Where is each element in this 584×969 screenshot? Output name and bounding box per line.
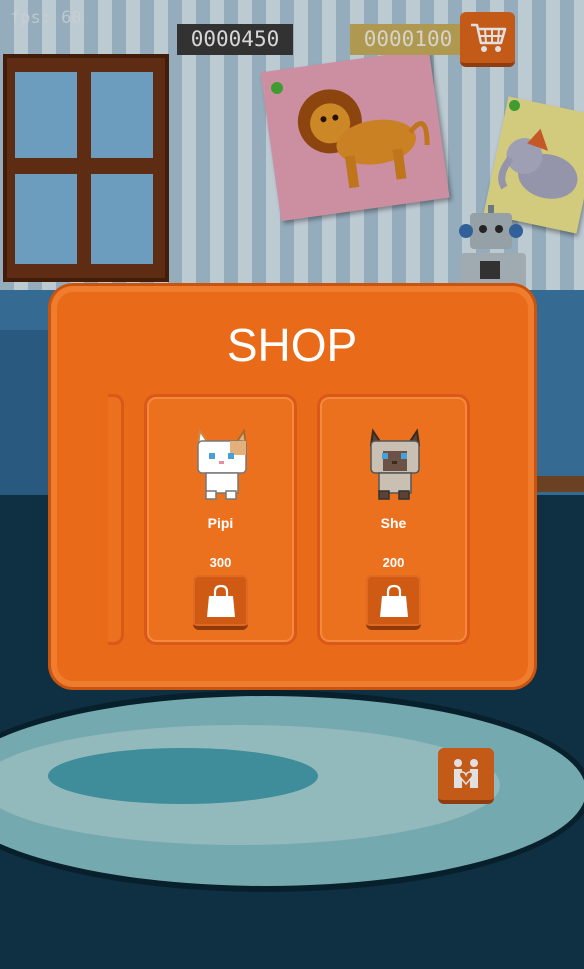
shop-card-partial[interactable] [108, 394, 124, 645]
buy-button[interactable] [193, 575, 248, 630]
cat-name: Pipi [207, 515, 234, 531]
cat-price: 200 [382, 555, 405, 570]
game-scene: fps: 60 0000450 0000100 SHOP Pipi 300 Sh… [0, 0, 584, 969]
cat-name: She [380, 515, 407, 531]
siamese-cat-icon [369, 428, 421, 500]
shopping-bag-icon [379, 584, 408, 617]
white-cat-icon [196, 428, 248, 500]
cat-price: 300 [209, 555, 232, 570]
shop-card-she[interactable]: She 200 [317, 394, 470, 645]
shopping-bag-icon [206, 584, 235, 617]
shop-card-pipi[interactable]: Pipi 300 [144, 394, 297, 645]
shop-title: SHOP [226, 319, 358, 371]
buy-button[interactable] [366, 575, 421, 630]
